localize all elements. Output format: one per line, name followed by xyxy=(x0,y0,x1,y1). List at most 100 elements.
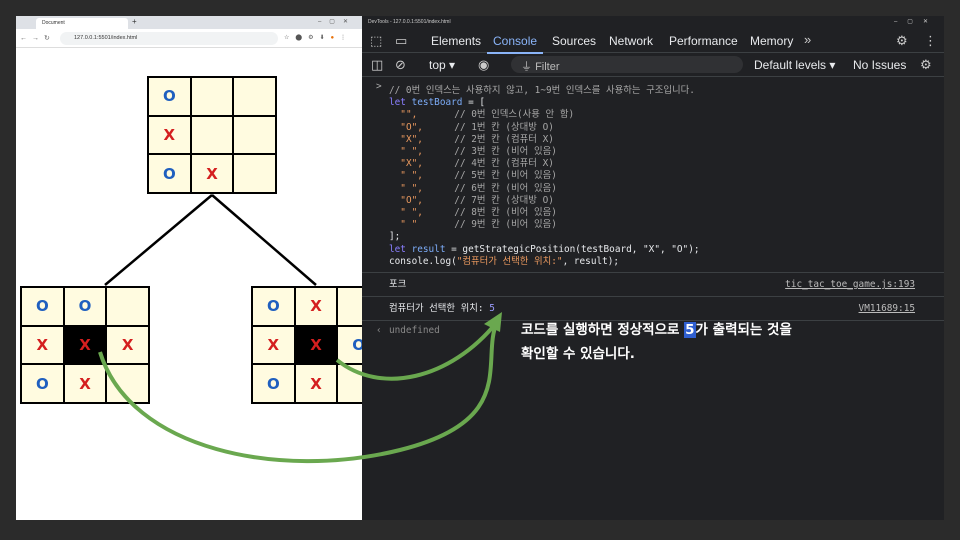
board-cell[interactable]: O xyxy=(253,365,294,402)
board-cell[interactable]: X xyxy=(191,155,233,192)
board-cell[interactable]: X xyxy=(149,116,190,154)
board-cell[interactable]: O xyxy=(64,288,106,325)
levels-dropdown[interactable]: Default levels ▾ xyxy=(754,58,835,72)
board-cell[interactable] xyxy=(191,116,233,154)
window-controls[interactable]: –▢✕ xyxy=(318,18,356,25)
eye-icon[interactable]: ◉ xyxy=(478,57,489,73)
log-text: 포크 xyxy=(389,279,407,291)
board-cell[interactable]: X xyxy=(107,326,148,364)
board-cell[interactable] xyxy=(107,365,148,402)
inspect-icon[interactable]: ⬚ xyxy=(370,33,382,49)
code-log-string: "컴퓨터가 선택한 위치:" xyxy=(456,255,563,267)
gear-icon[interactable]: ⚙ xyxy=(896,33,908,49)
entry-value: "O", xyxy=(400,121,423,133)
tab-sources[interactable]: Sources xyxy=(552,34,596,48)
device-toolbar-icon[interactable]: ▭ xyxy=(395,33,407,49)
entry-value: " " xyxy=(400,219,418,231)
board-cell[interactable]: X xyxy=(295,288,337,325)
kebab-menu-icon[interactable]: ⋮ xyxy=(924,33,937,49)
console-settings-icon[interactable]: ⚙ xyxy=(920,57,932,73)
browser-tab-title: Document xyxy=(42,20,65,26)
code-comment: // 0번 인덱스는 사용하지 않고, 1~9번 인덱스를 사용하는 구조입니다… xyxy=(389,85,695,96)
devtools-title: DevTools - 127.0.0.1:5501/index.html xyxy=(368,19,451,25)
browser-tab[interactable]: Document xyxy=(36,18,128,29)
entry-comment: // 5번 칸 (비어 있음) xyxy=(454,170,557,182)
board-entry-line: " " // 9번 칸 (비어 있음) xyxy=(389,219,944,231)
board-entry-line: " ", // 3번 칸 (비어 있음) xyxy=(389,146,944,158)
entry-value: "X", xyxy=(400,133,423,145)
board-cell[interactable]: X xyxy=(295,326,337,364)
log-source-link[interactable]: tic_tac_toe_game.js:193 xyxy=(785,279,915,291)
board-cell[interactable] xyxy=(191,78,233,115)
levels-label: Default levels xyxy=(754,58,827,72)
log-row: 포크 tic_tac_toe_game.js:193 xyxy=(362,272,944,296)
annotation-line1-pre: 코드를 실행하면 정상적으로 xyxy=(521,322,685,338)
tab-console[interactable]: Console xyxy=(486,34,544,54)
board-cell[interactable]: X xyxy=(64,326,106,364)
more-tabs-icon[interactable]: » xyxy=(804,32,811,47)
board-cell[interactable]: O xyxy=(149,78,190,115)
board-cell[interactable]: O xyxy=(253,288,294,325)
address-bar[interactable]: 127.0.0.1:5501/index.html xyxy=(60,32,278,45)
url-text: 127.0.0.1:5501/index.html xyxy=(74,35,138,41)
board-cell[interactable]: X xyxy=(22,326,63,364)
board-entry-line: "O", // 7번 칸 (상대방 O) xyxy=(389,195,944,207)
board-cell[interactable]: O xyxy=(22,365,63,402)
log-number: 5 xyxy=(489,303,495,315)
board-left: OOXXXOX xyxy=(20,286,150,404)
tab-elements[interactable]: Elements xyxy=(431,34,481,48)
window-controls[interactable]: –▢✕ xyxy=(894,18,938,25)
filter-input[interactable]: ⏚ Filter xyxy=(511,56,743,73)
browser-tabbar: Document + –▢✕ xyxy=(16,16,362,29)
tab-performance[interactable]: Performance xyxy=(669,34,738,48)
entry-value: " ", xyxy=(400,182,423,194)
devtools-window: DevTools - 127.0.0.1:5501/index.html –▢✕… xyxy=(362,16,944,520)
nav-buttons-icon[interactable]: ←→↻ xyxy=(20,34,55,42)
code-log-tail: , result); xyxy=(562,255,620,267)
code-op: = xyxy=(451,243,463,255)
new-tab-icon[interactable]: + xyxy=(132,17,137,26)
board-entry-line: " ", // 5번 칸 (비어 있음) xyxy=(389,170,944,182)
context-select[interactable]: top ▾ xyxy=(429,58,455,72)
chevron-right-icon: > xyxy=(376,81,382,92)
board-cell[interactable]: X xyxy=(64,365,106,402)
entry-comment: // 9번 칸 (비어 있음) xyxy=(454,219,557,231)
annotation-highlight-number: 5 xyxy=(684,322,696,338)
board-entry-line: "X", // 4번 칸 (컴퓨터 X) xyxy=(389,158,944,170)
board-cell[interactable] xyxy=(234,116,275,154)
board-entry-line: "O", // 1번 칸 (상대방 O) xyxy=(389,122,944,134)
tab-network[interactable]: Network xyxy=(609,34,653,48)
filter-placeholder: Filter xyxy=(535,61,560,73)
code-call: getStrategicPosition(testBoard, "X", "O"… xyxy=(462,243,700,255)
code-keyword: let xyxy=(389,243,406,255)
entry-value: "X", xyxy=(400,158,423,170)
board-cell[interactable]: X xyxy=(253,326,294,364)
devtools-tabbar: ⬚ ▭ Elements Console Sources Network Per… xyxy=(362,28,944,54)
code-var: testBoard xyxy=(411,97,463,109)
filter-icon: ⏚ xyxy=(521,61,536,73)
entry-comment: // 8번 칸 (비어 있음) xyxy=(454,207,557,219)
board-cell[interactable] xyxy=(107,288,148,325)
console-output: > // 0번 인덱스는 사용하지 않고, 1~9번 인덱스를 사용하는 구조입… xyxy=(362,81,944,340)
board-cell[interactable]: O xyxy=(22,288,63,325)
code-log-call: console.log( xyxy=(389,255,457,267)
board-cell[interactable]: O xyxy=(149,155,190,192)
sidebar-toggle-icon[interactable]: ◫ xyxy=(371,57,383,73)
clear-console-icon[interactable]: ⊘ xyxy=(395,57,406,73)
entry-value: " ", xyxy=(400,170,423,182)
code-var: result xyxy=(411,243,446,255)
board-cell[interactable] xyxy=(234,155,275,192)
entry-value: " ", xyxy=(400,146,423,158)
log-source-link[interactable]: VM11689:15 xyxy=(859,303,915,315)
entry-comment: // 0번 인덱스(사용 안 함) xyxy=(454,109,575,121)
devtools-titlebar: DevTools - 127.0.0.1:5501/index.html –▢✕ xyxy=(362,16,944,28)
board-cell[interactable]: X xyxy=(295,365,337,402)
code-op: = [ xyxy=(468,97,485,109)
extension-icons[interactable]: ☆⬤⚙⬇●⋮ xyxy=(284,34,352,41)
issues-button[interactable]: No Issues xyxy=(853,58,906,72)
browser-toolbar: ←→↻ 127.0.0.1:5501/index.html ☆⬤⚙⬇●⋮ xyxy=(16,29,362,48)
tab-memory[interactable]: Memory xyxy=(750,34,793,48)
board-cell[interactable] xyxy=(234,78,275,115)
board-top: OXOX xyxy=(147,76,277,194)
code-close: ]; xyxy=(389,231,401,243)
